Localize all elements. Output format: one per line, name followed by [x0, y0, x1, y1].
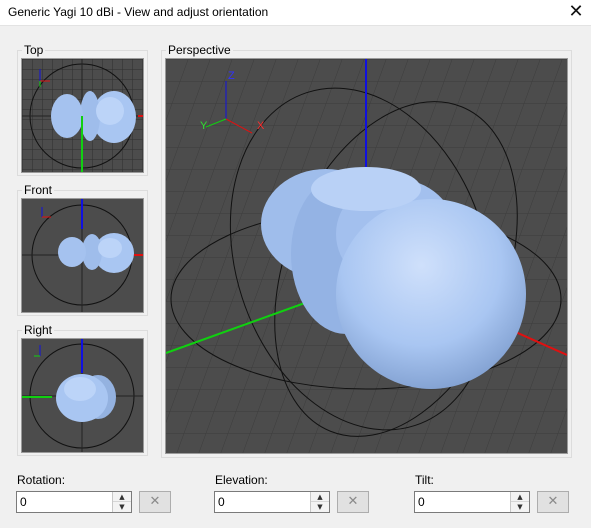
rotation-value[interactable]: 0 [20, 495, 27, 509]
top-view-label: Top [22, 43, 46, 57]
elevation-reset-icon: ✕ [347, 494, 359, 509]
rotation-reset-icon: ✕ [149, 494, 161, 509]
gizmo-y-label: Y [200, 120, 208, 132]
close-button[interactable]: ✕ [565, 1, 587, 23]
tilt-field[interactable]: 0 ▲ ▼ [414, 491, 530, 513]
rotation-reset-button[interactable]: ✕ [139, 491, 171, 513]
title-bar: Generic Yagi 10 dBi - View and adjust or… [0, 0, 591, 26]
tilt-spinner[interactable]: ▲ ▼ [510, 492, 529, 512]
tilt-value[interactable]: 0 [418, 495, 425, 509]
rotation-spinner[interactable]: ▲ ▼ [112, 492, 131, 512]
tilt-down-icon[interactable]: ▼ [511, 502, 529, 512]
elevation-spinner[interactable]: ▲ ▼ [310, 492, 329, 512]
front-view-label: Front [22, 183, 55, 197]
right-view-label: Right [22, 323, 55, 337]
perspective-viewport[interactable]: Z X Y [165, 58, 568, 454]
window-title: Generic Yagi 10 dBi - View and adjust or… [8, 5, 269, 19]
rotation-down-icon[interactable]: ▼ [113, 502, 131, 512]
top-view-lobe [51, 91, 136, 143]
gizmo-z-label: Z [228, 70, 235, 82]
tilt-label: Tilt: [415, 473, 434, 487]
elevation-reset-button[interactable]: ✕ [337, 491, 369, 513]
rotation-up-icon[interactable]: ▲ [113, 492, 131, 502]
elevation-field[interactable]: 0 ▲ ▼ [214, 491, 330, 513]
tilt-reset-icon: ✕ [547, 494, 559, 509]
front-viewport[interactable] [21, 198, 144, 313]
rotation-label: Rotation: [17, 473, 66, 487]
elevation-label: Elevation: [215, 473, 268, 487]
elevation-down-icon[interactable]: ▼ [311, 502, 329, 512]
gizmo-x-label: X [257, 120, 265, 132]
right-viewport[interactable] [21, 338, 144, 453]
close-icon: ✕ [568, 1, 584, 22]
tilt-reset-button[interactable]: ✕ [537, 491, 569, 513]
elevation-up-icon[interactable]: ▲ [311, 492, 329, 502]
rotation-field[interactable]: 0 ▲ ▼ [16, 491, 132, 513]
right-view-lobe [56, 374, 116, 422]
perspective-label: Perspective [166, 43, 233, 57]
elevation-value[interactable]: 0 [218, 495, 225, 509]
tilt-up-icon[interactable]: ▲ [511, 492, 529, 502]
top-viewport[interactable] [21, 58, 144, 173]
